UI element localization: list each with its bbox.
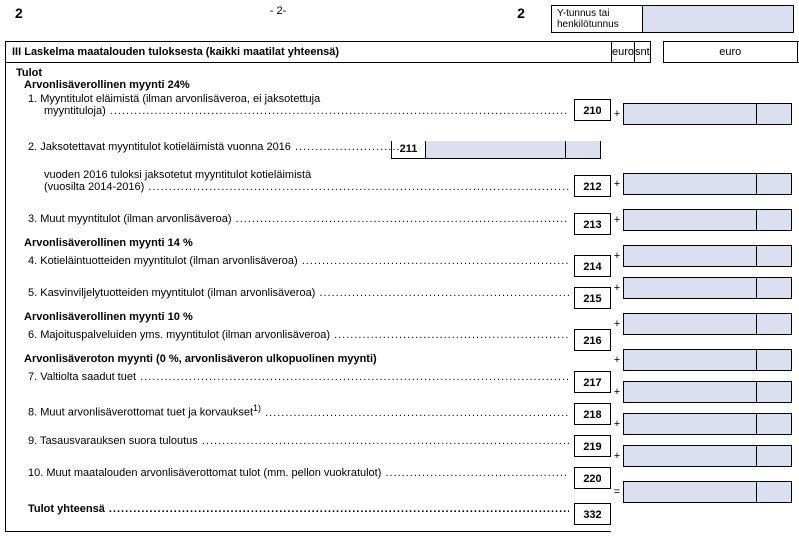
row8-sup: 1) bbox=[253, 403, 261, 413]
id-label: Y-tunnus tai henkilötunnus bbox=[551, 5, 643, 33]
input-215-snt[interactable] bbox=[757, 277, 792, 299]
op-216: + bbox=[611, 318, 623, 330]
section-title: III Laskelma maatalouden tuloksesta (kai… bbox=[5, 41, 611, 63]
amount-332: = bbox=[611, 481, 794, 503]
page-indicator: - 2- bbox=[65, 5, 491, 17]
form-number-right: 2 bbox=[491, 5, 551, 21]
code-211: 211 bbox=[391, 141, 426, 159]
input-332-snt[interactable] bbox=[757, 481, 792, 503]
id-box: Y-tunnus tai henkilötunnus bbox=[551, 5, 794, 33]
input-220-snt[interactable] bbox=[757, 445, 792, 467]
box-211: 211 bbox=[391, 141, 601, 159]
code-212: 212 bbox=[574, 175, 611, 197]
code-332: 332 bbox=[574, 503, 611, 525]
code-218: 218 bbox=[574, 403, 611, 425]
op-220: + bbox=[611, 450, 623, 462]
input-216-snt[interactable] bbox=[757, 313, 792, 335]
row1-text2: myyntituloja) bbox=[44, 105, 106, 117]
input-217-snt[interactable] bbox=[757, 349, 792, 371]
input-214-snt[interactable] bbox=[757, 245, 792, 267]
row9-text: 9. Tasausvarauksen suora tuloutus bbox=[28, 435, 198, 447]
op-213: + bbox=[611, 214, 623, 226]
input-213-snt[interactable] bbox=[757, 209, 792, 231]
op-212: + bbox=[611, 178, 623, 190]
amount-213: + bbox=[611, 209, 794, 231]
code-216: 216 bbox=[574, 329, 611, 351]
row2b-text1: vuoden 2016 tuloksi jaksotetut myyntitul… bbox=[16, 169, 569, 181]
input-214-euro[interactable] bbox=[623, 245, 757, 267]
form-number-left: 2 bbox=[5, 5, 65, 21]
heading-alv14: Arvonlisäverollinen myynti 14 % bbox=[16, 237, 611, 249]
form-body: Tulot Arvonlisäverollinen myynti 24% 1. … bbox=[5, 63, 794, 532]
input-220-euro[interactable] bbox=[623, 445, 757, 467]
row2b-text2: (vuosilta 2014-2016) bbox=[44, 181, 144, 193]
input-211-euro[interactable] bbox=[426, 141, 566, 159]
row10-text: 10. Muut maatalouden arvonlisäverottomat… bbox=[28, 467, 381, 479]
op-218: + bbox=[611, 386, 623, 398]
input-218-euro[interactable] bbox=[623, 381, 757, 403]
total-text: Tulot yhteensä bbox=[28, 503, 105, 515]
page-header: 2 - 2- 2 Y-tunnus tai henkilötunnus bbox=[5, 5, 794, 33]
row6-text: 6. Majoituspalveluiden yms. myyntitulot … bbox=[28, 329, 330, 341]
input-332-euro[interactable] bbox=[623, 481, 757, 503]
input-211-snt[interactable] bbox=[566, 141, 601, 159]
op-217: + bbox=[611, 354, 623, 366]
heading-alv0: Arvonlisäveroton myynti (0 %, arvonlisäv… bbox=[16, 353, 611, 365]
code-215: 215 bbox=[574, 287, 611, 309]
amount-218: + bbox=[611, 381, 794, 403]
row8-text: 8. Muut arvonlisäverottomat tuet ja korv… bbox=[28, 407, 253, 419]
row2-text: 2. Jaksotettavat myyntitulot kotieläimis… bbox=[28, 141, 291, 153]
input-218-snt[interactable] bbox=[757, 381, 792, 403]
col-euro-2: euro bbox=[663, 41, 797, 63]
col-euro-1: euro bbox=[611, 41, 634, 63]
input-210-snt[interactable] bbox=[757, 103, 792, 125]
input-219-euro[interactable] bbox=[623, 413, 757, 435]
amount-215: + bbox=[611, 277, 794, 299]
left-column: Tulot Arvonlisäverollinen myynti 24% 1. … bbox=[5, 63, 611, 532]
code-220: 220 bbox=[574, 467, 611, 489]
amount-219: + bbox=[611, 413, 794, 435]
code-213: 213 bbox=[574, 213, 611, 235]
op-215: + bbox=[611, 282, 623, 294]
op-214: + bbox=[611, 250, 623, 262]
right-column: + + + + + + bbox=[611, 63, 794, 532]
input-210-euro[interactable] bbox=[623, 103, 757, 125]
amount-212: + bbox=[611, 173, 794, 195]
input-212-snt[interactable] bbox=[757, 173, 792, 195]
amount-214: + bbox=[611, 245, 794, 267]
row3-text: 3. Muut myyntitulot (ilman arvonlisävero… bbox=[28, 213, 232, 225]
code-217: 217 bbox=[574, 371, 611, 393]
heading-alv10: Arvonlisäverollinen myynti 10 % bbox=[16, 311, 611, 323]
input-213-euro[interactable] bbox=[623, 209, 757, 231]
input-217-euro[interactable] bbox=[623, 349, 757, 371]
input-212-euro[interactable] bbox=[623, 173, 757, 195]
code-214: 214 bbox=[574, 255, 611, 277]
row7-text: 7. Valtiolta saadut tuet bbox=[28, 371, 136, 383]
amount-216: + bbox=[611, 313, 794, 335]
heading-alv24: Arvonlisäverollinen myynti 24% bbox=[16, 79, 611, 91]
row5-text: 5. Kasvinviljelytuotteiden myyntitulot (… bbox=[28, 287, 315, 299]
section-header: III Laskelma maatalouden tuloksesta (kai… bbox=[5, 41, 794, 63]
code-210: 210 bbox=[574, 99, 611, 121]
row1-text1: 1. Myyntitulot eläimistä (ilman arvonlis… bbox=[16, 93, 569, 105]
input-216-euro[interactable] bbox=[623, 313, 757, 335]
heading-tulot: Tulot bbox=[16, 67, 611, 79]
input-219-snt[interactable] bbox=[757, 413, 792, 435]
id-input[interactable] bbox=[643, 5, 794, 33]
amount-220: + bbox=[611, 445, 794, 467]
input-215-euro[interactable] bbox=[623, 277, 757, 299]
op-332: = bbox=[611, 486, 623, 498]
col-snt-1: snt bbox=[634, 41, 651, 63]
amount-217: + bbox=[611, 349, 794, 371]
op-219: + bbox=[611, 418, 623, 430]
row4-text: 4. Kotieläintuotteiden myyntitulot (ilma… bbox=[28, 255, 298, 267]
code-219: 219 bbox=[574, 435, 611, 457]
amount-210: + bbox=[611, 103, 794, 125]
op-210: + bbox=[611, 108, 623, 120]
